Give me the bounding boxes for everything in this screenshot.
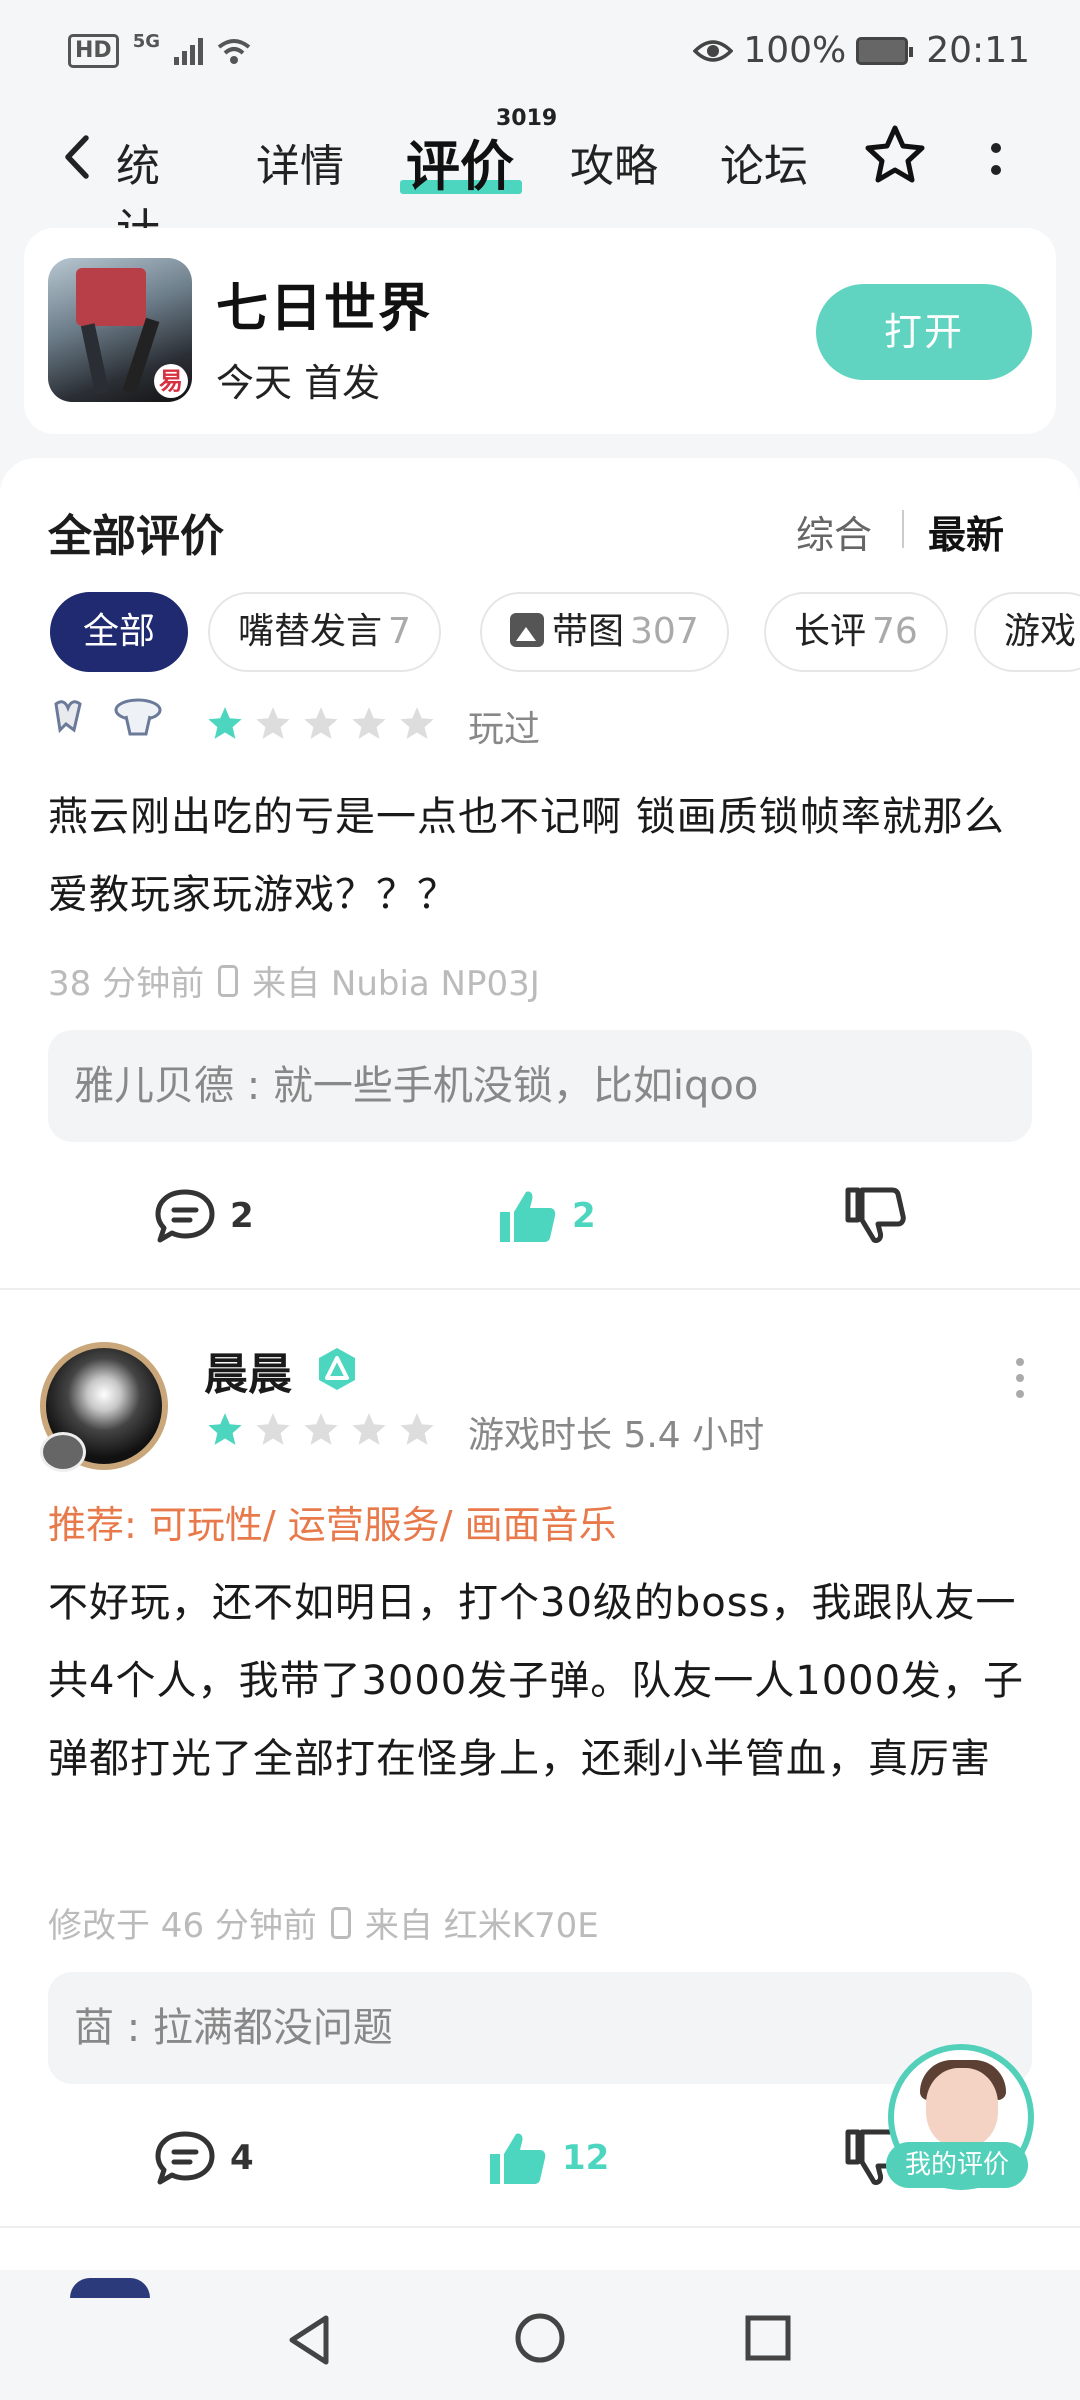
tab-guides[interactable]: 攻略 — [570, 130, 658, 194]
comment-button[interactable]: 2 — [152, 1186, 254, 1246]
review-divider — [0, 2226, 1080, 2228]
filter-label: 游戏 — [1004, 611, 1077, 652]
network-type: 5G — [132, 30, 160, 52]
image-icon — [510, 613, 544, 647]
wifi-icon — [217, 39, 251, 64]
open-button[interactable]: 打开 — [816, 284, 1032, 380]
review-time: 修改于 46 分钟前 — [48, 1906, 317, 1946]
star-favorite-icon[interactable] — [862, 122, 928, 188]
review-1-meta: 38 分钟前 来自 Nubia NP03J — [48, 956, 540, 1005]
back-arrow-icon[interactable] — [58, 132, 98, 182]
filter-count: 307 — [630, 611, 699, 652]
username[interactable]: 晨晨 — [204, 1338, 292, 1402]
star-empty-icon — [400, 707, 434, 739]
more-vert-icon[interactable] — [984, 134, 1008, 184]
battery-percent: 100% — [743, 30, 847, 71]
star-empty-icon — [352, 707, 386, 739]
star-filled-icon — [208, 707, 242, 739]
reviews-title: 全部评价 — [48, 511, 224, 562]
dislike-button[interactable] — [842, 1186, 908, 1246]
star-empty-icon — [352, 1413, 386, 1445]
filter-mouthpiece[interactable]: 嘴替发言 7 — [208, 592, 441, 672]
next-review-avatar — [70, 2278, 150, 2298]
filter-label: 长评 — [794, 611, 867, 652]
filter-label: 嘴替发言 — [238, 611, 383, 652]
play-time: 游戏时长 5.4 小时 — [468, 1415, 765, 1456]
review-1-rating — [206, 704, 436, 742]
filter-label: 全部 — [82, 611, 155, 652]
comment-icon — [155, 2131, 215, 2185]
filter-game[interactable]: 游戏 — [974, 592, 1080, 672]
nav-home-icon[interactable] — [514, 2312, 566, 2364]
game-release: 今天 首发 — [216, 361, 381, 405]
filter-with-image[interactable]: 带图 307 — [480, 592, 729, 672]
eye-icon — [693, 39, 734, 62]
my-review-label[interactable]: 我的评价 — [886, 2142, 1028, 2188]
game-icon[interactable]: 易 — [48, 258, 192, 402]
star-empty-icon — [304, 707, 338, 739]
avatar[interactable] — [40, 1342, 168, 1472]
phone-icon — [218, 964, 239, 997]
star-filled-icon — [208, 1413, 242, 1445]
tab-details[interactable]: 详情 — [256, 130, 344, 194]
filter-all[interactable]: 全部 — [50, 592, 188, 672]
star-empty-icon — [400, 1413, 434, 1445]
more-vert-icon[interactable] — [1014, 1356, 1026, 1400]
thumbs-up-icon — [500, 1191, 556, 1242]
like-button[interactable]: 2 — [494, 1186, 596, 1246]
nav-recents-icon[interactable] — [744, 2314, 792, 2362]
review-2-reply[interactable]: 莔 : 拉满都没问题 — [48, 1972, 1032, 2084]
nav-back-icon[interactable] — [284, 2312, 334, 2368]
sort-overall[interactable]: 综合 — [796, 504, 872, 559]
played-label: 玩过 — [468, 709, 541, 750]
comment-button[interactable]: 4 — [152, 2128, 254, 2188]
battery-icon — [856, 36, 914, 65]
recommend-tags: 推荐: 可玩性/ 运营服务/ 画面音乐 — [48, 1503, 617, 1547]
review-device: 来自 Nubia NP03J — [252, 964, 540, 1004]
review-1-content[interactable]: 燕云刚出吃的亏是一点也不记啊 锁画质锁帧率就那么爱教玩家玩游戏？？？ — [48, 778, 1038, 934]
sort-divider — [902, 510, 904, 548]
review-2-content[interactable]: 不好玩，还不如明日，打个30级的boss，我跟队友一共4个人，我带了3000发子… — [48, 1564, 1038, 1798]
reviews-count-badge: 3019 — [496, 106, 558, 131]
filter-label: 带图 — [552, 611, 625, 652]
review-2-meta: 修改于 46 分钟前 来自 红米K70E — [48, 1898, 599, 1947]
game-card: 易 七日世界 今天 首发 打开 — [24, 228, 1056, 434]
star-empty-icon — [304, 1413, 338, 1445]
signal-icon — [174, 37, 203, 65]
top-nav: 统计 详情 评价 3019 攻略 论坛 — [0, 100, 1080, 256]
star-empty-icon — [256, 1413, 290, 1445]
filter-long[interactable]: 长评 76 — [764, 592, 948, 672]
status-bar: HD 5G 100% 20:11 — [0, 0, 1080, 100]
game-name: 七日世界 — [216, 279, 433, 339]
filter-count: 7 — [388, 611, 411, 652]
hd-icon: HD — [68, 34, 119, 68]
review-time: 38 分钟前 — [48, 964, 205, 1004]
filter-count: 76 — [872, 611, 918, 652]
clock: 20:11 — [926, 30, 1030, 71]
review-device: 来自 红米K70E — [364, 1906, 599, 1946]
thumbs-up-icon — [490, 2133, 546, 2184]
like-count: 2 — [572, 1196, 596, 1236]
phone-icon — [330, 1906, 351, 1939]
comment-count: 4 — [230, 2138, 254, 2178]
like-count: 12 — [562, 2138, 610, 2178]
thumbs-down-icon — [845, 1187, 906, 1243]
system-nav-bar — [0, 2270, 1080, 2400]
comment-icon — [155, 1189, 215, 1243]
tab-reviews[interactable]: 评价 — [406, 122, 514, 201]
verified-badge-icon — [319, 1348, 355, 1390]
review-1-reply[interactable]: 雅儿贝德 : 就一些手机没锁，比如iqoo — [48, 1030, 1032, 1142]
review-divider — [0, 1288, 1080, 1290]
comment-count: 2 — [230, 1196, 254, 1236]
sort-latest[interactable]: 最新 — [928, 504, 1004, 559]
star-empty-icon — [256, 707, 290, 739]
tab-forum[interactable]: 论坛 — [720, 130, 808, 194]
like-button[interactable]: 12 — [484, 2128, 609, 2188]
user-medals-icon — [54, 698, 162, 736]
review-2-rating — [206, 1410, 436, 1448]
netease-logo-icon: 易 — [154, 364, 188, 398]
